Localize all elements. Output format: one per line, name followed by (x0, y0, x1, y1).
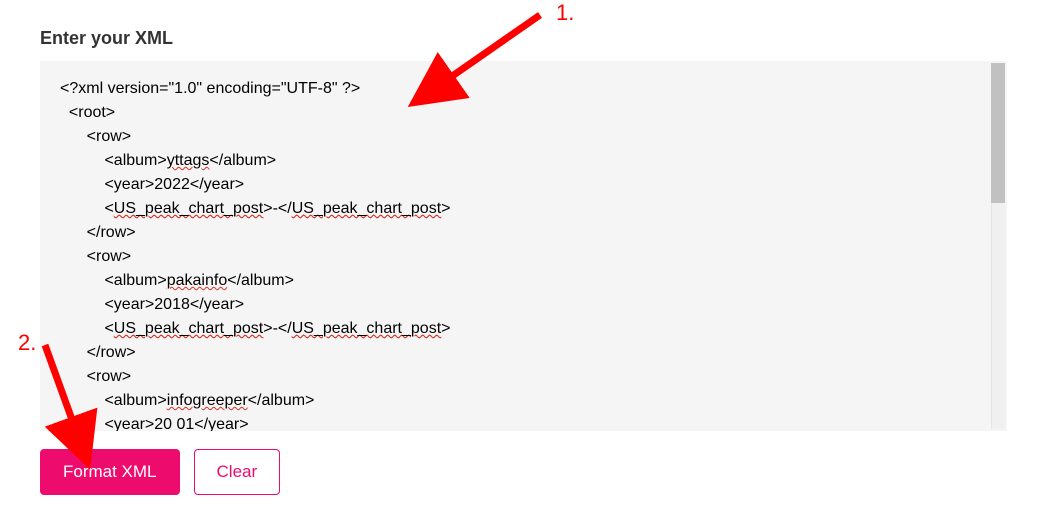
clear-button[interactable]: Clear (194, 449, 281, 495)
scrollbar-thumb[interactable] (991, 63, 1005, 203)
page-title: Enter your XML (40, 28, 1007, 49)
xml-textarea[interactable]: <?xml version="1.0" encoding="UTF-8" ?> … (40, 61, 1007, 431)
format-xml-button[interactable]: Format XML (40, 449, 180, 495)
button-row: Format XML Clear (40, 449, 1007, 495)
xml-textarea-wrap[interactable]: <?xml version="1.0" encoding="UTF-8" ?> … (40, 61, 1007, 431)
